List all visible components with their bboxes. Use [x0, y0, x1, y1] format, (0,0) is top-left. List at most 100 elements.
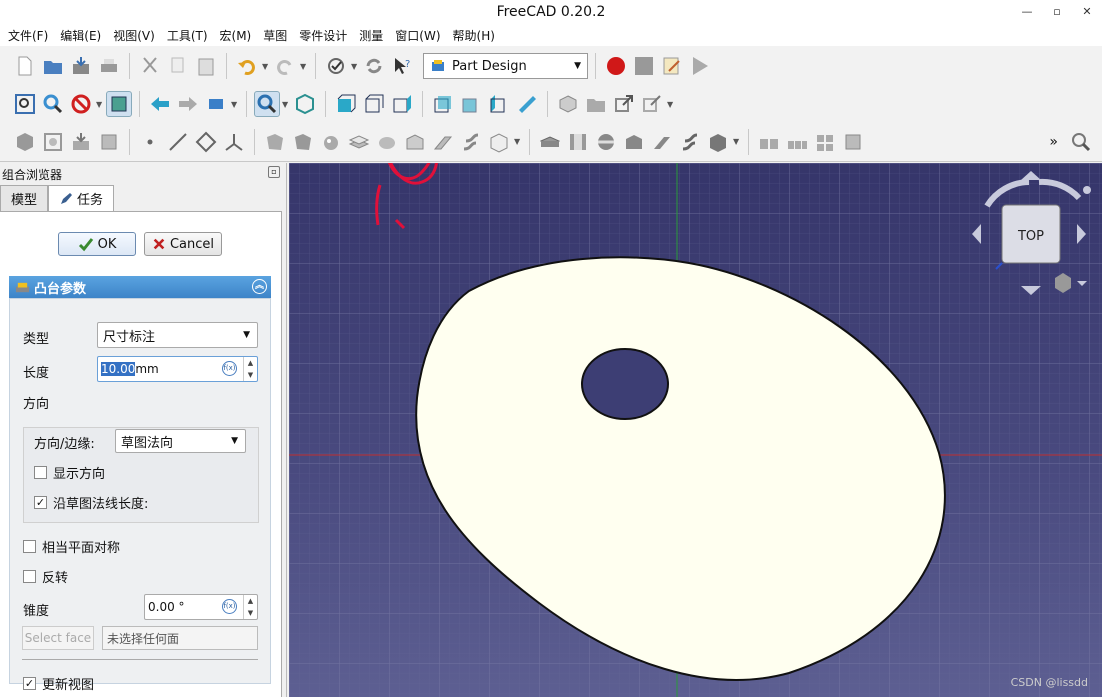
mirrored-icon[interactable] [756, 129, 782, 155]
additive-pipe-icon[interactable] [430, 129, 456, 155]
datum-line-icon[interactable] [165, 129, 191, 155]
right-view-icon[interactable] [389, 91, 415, 117]
menu-view[interactable]: 视图(V) [107, 27, 161, 44]
validate-sketch-icon[interactable] [290, 129, 316, 155]
length-input[interactable]: 10.00 mm f(x) ▲ ▼ [97, 356, 258, 382]
paste-icon[interactable] [193, 53, 219, 79]
menu-macro[interactable]: 宏(M) [214, 27, 258, 44]
revolution-icon[interactable] [374, 129, 400, 155]
arrow-down-icon[interactable] [1021, 286, 1041, 295]
clone-icon[interactable] [96, 129, 122, 155]
chevron-down-icon[interactable]: ▼ [282, 100, 290, 109]
chevron-down-icon[interactable]: ▼ [300, 62, 308, 71]
print-icon[interactable] [96, 53, 122, 79]
tab-model[interactable]: 模型 [0, 185, 49, 211]
sub-shape-binder-icon[interactable] [68, 129, 94, 155]
arrow-left-icon[interactable] [972, 224, 981, 244]
recompute-icon[interactable] [361, 53, 387, 79]
play-macro-icon[interactable] [687, 53, 713, 79]
workbench-view-icon[interactable] [203, 91, 229, 117]
taper-input[interactable]: 0.00 ° f(x) ▲ ▼ [144, 594, 258, 620]
menu-window[interactable]: 窗口(W) [389, 27, 446, 44]
zoom-icon[interactable] [254, 91, 280, 117]
bounding-box-icon[interactable] [106, 91, 132, 117]
front-view-icon[interactable] [333, 91, 359, 117]
arrow-right-icon[interactable] [1077, 224, 1086, 244]
taper-stepper[interactable]: ▲ ▼ [243, 595, 257, 619]
minimize-button[interactable]: — [1012, 0, 1042, 24]
create-body-icon[interactable] [12, 129, 38, 155]
polar-pattern-icon[interactable] [812, 129, 838, 155]
length-stepper[interactable]: ▲ ▼ [243, 357, 257, 381]
select-face-button[interactable]: Select face [22, 626, 94, 650]
datum-plane-icon[interactable] [193, 129, 219, 155]
navigation-cube[interactable]: TOP [959, 168, 1099, 308]
rotate-cw-icon[interactable] [1038, 178, 1082, 201]
chevron-down-icon[interactable]: ▼ [733, 137, 741, 146]
additive-loft-icon[interactable] [402, 129, 428, 155]
link-icon[interactable] [611, 91, 637, 117]
isometric-view-icon[interactable] [292, 91, 318, 117]
rotate-dot-icon[interactable] [1083, 186, 1091, 194]
shape-binder-icon[interactable] [40, 129, 66, 155]
sketch-icon[interactable] [262, 129, 288, 155]
fit-all-icon[interactable] [12, 91, 38, 117]
stop-macro-icon[interactable] [631, 53, 657, 79]
arrow-right-icon[interactable] [175, 91, 201, 117]
show-direction-checkbox[interactable]: 显示方向 [34, 463, 105, 482]
linear-pattern-icon[interactable] [784, 129, 810, 155]
part-icon[interactable] [555, 91, 581, 117]
menu-part-design[interactable]: 零件设计 [293, 27, 353, 44]
rotate-ccw-icon[interactable] [984, 179, 1030, 208]
copy-icon[interactable] [165, 53, 191, 79]
arrow-left-icon[interactable] [147, 91, 173, 117]
rear-view-icon[interactable] [430, 91, 456, 117]
new-file-icon[interactable] [12, 53, 38, 79]
top-view-icon[interactable] [361, 91, 387, 117]
draw-style-icon[interactable] [68, 91, 94, 117]
undo-icon[interactable] [234, 53, 260, 79]
bottom-view-icon[interactable] [458, 91, 484, 117]
save-icon[interactable] [68, 53, 94, 79]
toolbar-overflow-button[interactable]: » [1049, 134, 1058, 150]
additive-primitive-icon[interactable] [486, 129, 512, 155]
multi-transform-icon[interactable] [840, 129, 866, 155]
along-sketch-normal-checkbox[interactable]: ✓ 沿草图法线长度: [34, 493, 148, 512]
expression-icon[interactable]: f(x) [222, 599, 237, 614]
expression-icon[interactable]: f(x) [222, 361, 237, 376]
map-sketch-icon[interactable] [318, 129, 344, 155]
pad-icon[interactable] [346, 129, 372, 155]
datum-point-icon[interactable] [137, 129, 163, 155]
menu-edit[interactable]: 编辑(E) [54, 27, 107, 44]
refresh-checkmark-icon[interactable] [323, 53, 349, 79]
hole-icon[interactable] [565, 129, 591, 155]
record-macro-icon[interactable] [603, 53, 629, 79]
groove-icon[interactable] [593, 129, 619, 155]
maximize-button[interactable]: ▫ [1042, 0, 1072, 24]
menu-file[interactable]: 文件(F) [2, 27, 54, 44]
direction-edge-combo[interactable]: 草图法向 ▼ [115, 429, 246, 453]
chevron-down-icon[interactable]: ▼ [351, 62, 359, 71]
ok-button[interactable]: OK [58, 232, 136, 256]
workbench-selector[interactable]: Part Design ▼ [423, 53, 588, 79]
menu-measure[interactable]: 测量 [353, 27, 389, 44]
3d-viewport[interactable]: TOP CSDN @lissdd [289, 163, 1102, 697]
tab-tasks[interactable]: 任务 [48, 185, 115, 211]
cut-icon[interactable] [137, 53, 163, 79]
edit-macro-icon[interactable] [659, 53, 685, 79]
chevron-down-icon[interactable]: ▼ [231, 100, 239, 109]
chevron-down-icon[interactable] [1077, 281, 1087, 286]
cube-menu-icon[interactable] [1055, 273, 1071, 293]
redo-icon[interactable] [272, 53, 298, 79]
reversed-checkbox[interactable]: 反转 [23, 567, 68, 586]
subtractive-helix-icon[interactable] [677, 129, 703, 155]
subtractive-pipe-icon[interactable] [649, 129, 675, 155]
fit-selection-icon[interactable] [40, 91, 66, 117]
additive-helix-icon[interactable] [458, 129, 484, 155]
left-view-icon[interactable] [486, 91, 512, 117]
subtractive-primitive-icon[interactable] [705, 129, 731, 155]
float-panel-icon[interactable]: ▫ [268, 166, 280, 178]
type-combo[interactable]: 尺寸标注 ▼ [97, 322, 258, 348]
group-folder-icon[interactable] [583, 91, 609, 117]
menu-help[interactable]: 帮助(H) [447, 27, 501, 44]
